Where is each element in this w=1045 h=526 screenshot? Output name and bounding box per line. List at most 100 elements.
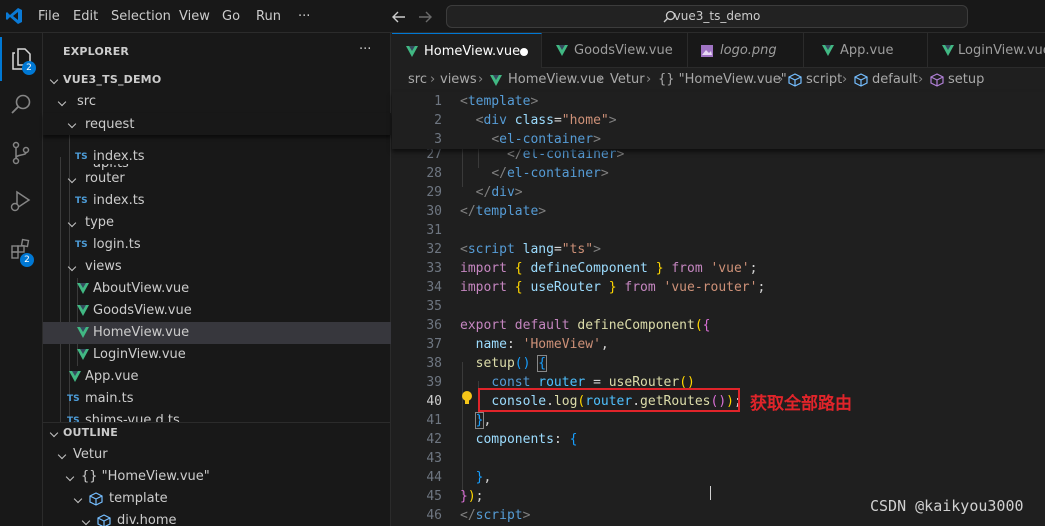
tree-file-aboutview[interactable]: AboutView.vue [43,278,391,300]
line-number: 42 [426,432,442,447]
code-line: setup() { [475,355,548,372]
tree-label: GoodsView.vue [93,303,192,318]
tree-file-login-ts[interactable]: TS login.ts [43,234,391,256]
chevron-down-icon [57,450,67,460]
breadcrumb-setup[interactable]: setup [948,68,984,92]
outline-label: Vetur [73,447,108,462]
chevron-down-icon [49,75,59,85]
tree-label: login.ts [93,237,141,252]
line-number: 46 [426,508,442,523]
tree-folder-src[interactable]: src [43,91,391,113]
line-number: 28 [426,166,442,181]
command-center-text: vue3_ts_demo [673,9,761,23]
tree-file-homeview[interactable]: HomeView.vue [43,322,391,344]
menu-file[interactable]: File [38,0,60,33]
tree-label: index.ts [93,149,145,164]
unsaved-dot-icon[interactable] [520,48,528,56]
tree-folder-request[interactable]: request [43,113,391,135]
ts-file-icon: TS [75,240,88,250]
code-line: </div> [475,185,523,200]
chevron-down-icon [73,494,83,504]
tree-file-router-index-ts[interactable]: TS index.ts [43,190,391,212]
ts-file-icon: TS [67,394,80,404]
chevron-down-icon [57,97,67,107]
outline-item-template[interactable]: template [43,488,391,510]
breadcrumb-views[interactable]: views [440,68,477,92]
tree-file-shims[interactable]: TS shims-vue.d.ts [43,410,391,422]
tree-folder-views[interactable]: views [43,256,391,278]
annotation-text: 获取全部路由 [750,394,852,414]
chevron-right-icon: › [778,72,784,87]
line-number: 41 [426,413,442,428]
code-editor[interactable]: 1 <template> 2 <div class="home"> 3 <el-… [392,92,1045,526]
vue-file-icon [77,349,89,360]
menu-view[interactable]: View [179,0,210,33]
explorer-button[interactable]: 2 [0,37,43,81]
outline-item-module[interactable]: {} "HomeView.vue" [43,466,391,488]
menu-edit[interactable]: Edit [73,0,98,33]
outline-header[interactable]: OUTLINE [43,422,391,444]
vue-file-icon [822,45,834,56]
tree-file-request-index-ts[interactable]: TS index.ts [43,146,391,168]
chevron-right-icon: › [598,72,604,87]
editor-tabs: HomeView.vue GoodsView.vue logo.png App.… [392,33,1045,68]
line-number: 43 [426,451,442,466]
forward-arrow-icon[interactable] [418,10,432,24]
tree-file-app-vue[interactable]: App.vue [43,366,391,388]
cube-icon [89,492,103,506]
breadcrumb-src[interactable]: src [408,68,427,92]
tree-label: type [85,215,115,230]
outline-item-div-home[interactable]: div.home [43,510,391,526]
line-number: 29 [426,185,442,200]
code-line: }, [475,470,492,485]
line-number: 1 [434,94,442,109]
ts-file-icon: TS [75,152,88,162]
project-root[interactable]: VUE3_TS_DEMO [43,69,391,91]
breadcrumb-default[interactable]: default [872,68,918,92]
project-name: VUE3_TS_DEMO [63,73,162,86]
tree-folder-router[interactable]: router [43,168,391,190]
code-line: <el-container> [491,132,601,147]
tree-file-loginview[interactable]: LoginView.vue [43,344,391,366]
extensions-button[interactable]: 2 [0,227,43,271]
breadcrumb-module[interactable]: {} "HomeView.vue" [658,68,787,92]
tree-file-goodsview[interactable]: GoodsView.vue [43,300,391,322]
breadcrumb-script[interactable]: script [806,68,842,92]
search-view-button[interactable] [0,83,43,127]
code-line: components: { [475,432,578,447]
menu-run[interactable]: Run [256,0,281,33]
tree-label: shims-vue.d.ts [85,413,180,422]
tab-logo-png[interactable]: logo.png [688,33,804,68]
menu-selection[interactable]: Selection [111,0,171,33]
tab-app-vue[interactable]: App.vue [804,33,928,68]
back-arrow-icon[interactable] [392,10,406,24]
outline-title: OUTLINE [63,426,119,439]
command-center-search[interactable]: vue3_ts_demo [446,5,968,28]
explorer-more-button[interactable]: ··· [359,42,371,57]
tab-loginview[interactable]: LoginView.vue [928,33,1045,68]
chevron-right-icon: › [842,72,848,87]
run-debug-button[interactable] [0,179,43,223]
tab-goodsview[interactable]: GoodsView.vue [542,33,688,68]
code-line: name: 'HomeView', [475,337,609,352]
code-line: import { useRouter } from 'vue-router'; [460,280,766,295]
chevron-right-icon: › [918,72,924,87]
tree-label: index.ts [93,193,145,208]
vscode-logo-icon [6,8,22,24]
run-debug-icon [10,190,31,212]
menu-go[interactable]: Go [222,0,240,33]
breadcrumb-file[interactable]: HomeView.vue [508,68,604,92]
source-control-button[interactable] [0,131,43,175]
search-icon [11,94,31,114]
breadcrumb-vetur[interactable]: Vetur [610,68,645,92]
menu-more[interactable]: ··· [298,0,310,33]
image-file-icon [701,45,713,57]
tree-file-main-ts[interactable]: TS main.ts [43,388,391,410]
outline-item-vetur[interactable]: Vetur [43,444,391,466]
tree-folder-type[interactable]: type [43,212,391,234]
tab-homeview[interactable]: HomeView.vue [392,33,542,68]
line-number: 32 [426,242,442,257]
tree-label: main.ts [85,391,134,406]
line-number-current: 40 [426,394,442,409]
line-number: 34 [426,280,442,295]
